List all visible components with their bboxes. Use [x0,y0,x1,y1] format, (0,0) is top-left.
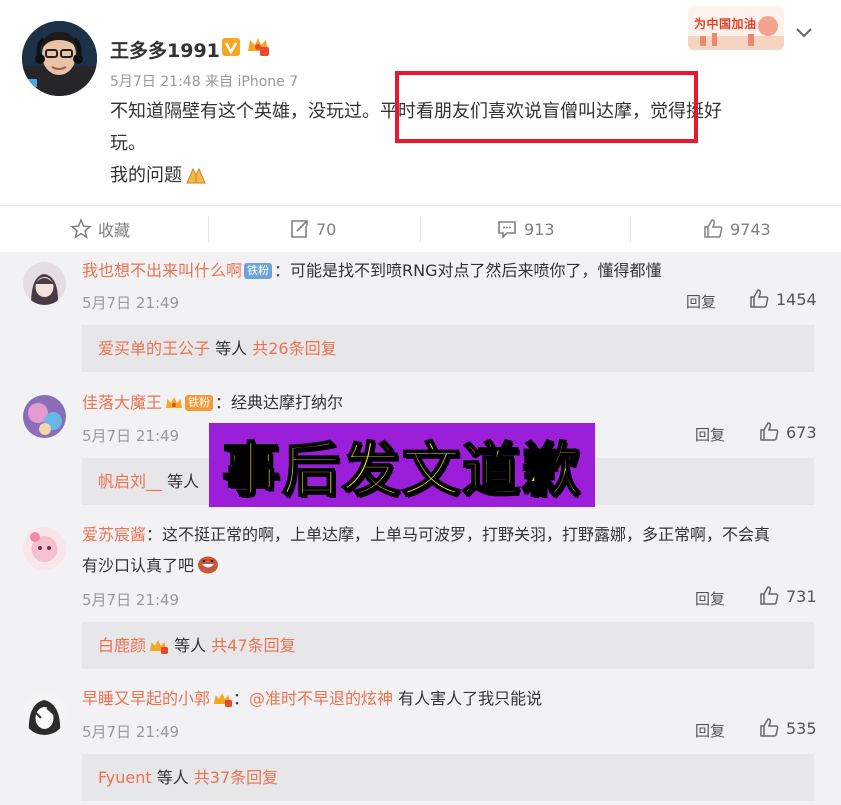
author-name[interactable]: 王多多1991 [110,36,220,63]
thumbs-up-icon [704,219,723,238]
highlight-annotation-box [395,71,698,143]
comment-body-cont: 有沙口认真了吧 [82,556,195,575]
commenter-avatar[interactable] [23,527,66,570]
overlay-caption: 事后发文道歉 [209,423,595,507]
sub-reply-total[interactable]: 共37条回复 [194,768,278,787]
mention-link[interactable]: @准时不早退的炫神 [249,689,393,708]
comment-body: 有人害人了我只能说 [393,689,543,708]
reply-button[interactable]: 回复 [695,588,725,609]
sub-reply-user[interactable]: 爱买单的王公子 [98,339,210,358]
sub-replies-box[interactable]: 白鹿颜 等人 共47条回复 [82,622,814,669]
comment-time: 5月7日 21:49 [82,723,180,741]
comment-body: ：经典达摩打纳尔 [215,393,344,412]
commenter-avatar[interactable] [23,395,66,438]
sub-reply-mid: 等人 [169,636,212,655]
sub-reply-user[interactable]: 白鹿颜 [98,636,146,655]
sub-reply-user[interactable]: 帆启刘__ [98,472,162,491]
comment-like-button[interactable]: 731 [758,585,817,607]
vip-crown-icon [165,395,183,417]
comment-text: 早睡又早起的小郭 ：@准时不早退的炫神 有人害人了我只能说 [82,688,542,713]
promo-badge: 为中国加油 [688,6,784,50]
comment-text: 佳落大魔王 铁粉 ：经典达摩打纳尔 [82,392,343,417]
comment-like-count: 1454 [776,289,817,309]
comment-text: 爱苏宸酱：这不挺正常的啊，上单达摩，上单马可波罗，打野关羽，打野露娜，多正常啊，… [82,524,770,546]
repost-count: 70 [316,219,337,239]
reply-button[interactable]: 回复 [695,424,725,445]
vip-crown-icon [246,35,270,61]
comment-username[interactable]: 我也想不出来叫什么啊 [82,261,242,280]
thumbs-up-icon [760,718,779,737]
sub-reply-total[interactable]: 共26条回复 [252,339,336,358]
comment-username[interactable]: 爱苏宸酱 [82,525,146,544]
sub-replies-box[interactable]: Fyuent 等人 共37条回复 [82,754,814,801]
laughing-emoji-icon [197,554,219,580]
fan-badge: 铁粉 [244,263,273,279]
overlay-caption-text: 事后发文道歉 [221,435,582,505]
sub-reply-mid: 等人 [162,472,200,491]
star-icon [70,218,92,239]
repost-icon [291,220,308,238]
comment-body-pre: ： [233,689,250,708]
reply-button[interactable]: 回复 [695,720,725,741]
comment-like-count: 731 [786,586,817,606]
sub-reply-user[interactable]: Fyuent [98,768,152,787]
comment-like-button[interactable]: 673 [758,421,817,443]
comment-body: ：可能是找不到喷RNG对点了然后来喷你了，懂得都懂 [274,261,662,280]
action-divider [420,216,421,242]
comment-body: ：这不挺正常的啊，上单达摩，上单马可波罗，打野关羽，打野露娜，多正常啊，不会真 [146,525,771,544]
favorite-button[interactable]: 收藏 [70,206,130,252]
reply-button[interactable]: 回复 [686,291,716,312]
action-divider [630,216,631,242]
sub-reply-total[interactable]: 共47条回复 [211,636,295,655]
comment-time: 5月7日 21:49 [82,294,180,312]
comment-button[interactable]: 913 [496,206,555,252]
favorite-label: 收藏 [98,221,131,240]
comment-icon [498,221,516,239]
comment-username[interactable]: 早睡又早起的小郭 [82,689,210,708]
post-text-line-3: 我的问题 [110,160,810,196]
vip-crown-icon [149,625,169,672]
comment-like-button[interactable]: 1454 [748,288,817,310]
thumbs-up-icon [760,586,779,605]
post-action-bar: 收藏 70 913 9743 [0,205,841,252]
comment-like-count: 535 [786,718,817,738]
fan-badge: 铁粉 [185,395,214,411]
commenter-avatar[interactable] [23,262,66,305]
promo-badge-text: 为中国加油 [694,17,757,31]
comment-time: 5月7日 21:49 [82,591,180,609]
sub-replies-box[interactable]: 爱买单的王公子 等人 共26条回复 [82,325,814,372]
like-button[interactable]: 9743 [702,206,771,252]
comment-like-button[interactable]: 535 [758,717,817,739]
comment-text: 我也想不出来叫什么啊 铁粉 ：可能是找不到喷RNG对点了然后来喷你了，懂得都懂 [82,260,662,282]
verified-v-icon [221,37,241,61]
sub-reply-mid: 等人 [151,768,194,787]
commenter-avatar[interactable] [23,692,66,735]
pray-emoji-icon [184,163,208,196]
action-divider [208,216,209,242]
comment-count: 913 [524,219,555,239]
comment-like-count: 673 [786,422,817,442]
thumbs-up-icon [750,289,769,308]
author-avatar[interactable] [22,21,97,96]
post-meta: 5月7日 21:48 来自 iPhone 7 [110,74,299,90]
comment-username[interactable]: 佳落大魔王 [82,393,162,412]
thumbs-up-icon [760,422,779,441]
chevron-down-icon[interactable] [795,25,813,44]
post-text-line-3-text: 我的问题 [110,165,182,186]
comment-time: 5月7日 21:49 [82,427,180,445]
comment-list: 我也想不出来叫什么啊 铁粉 ：可能是找不到喷RNG对点了然后来喷你了，懂得都懂 5月… [0,252,841,805]
like-count: 9743 [730,219,771,239]
vip-crown-icon [213,691,233,713]
repost-button[interactable]: 70 [288,206,336,252]
comment-text-cont: 有沙口认真了吧 [82,554,219,580]
sub-reply-mid: 等人 [210,339,253,358]
